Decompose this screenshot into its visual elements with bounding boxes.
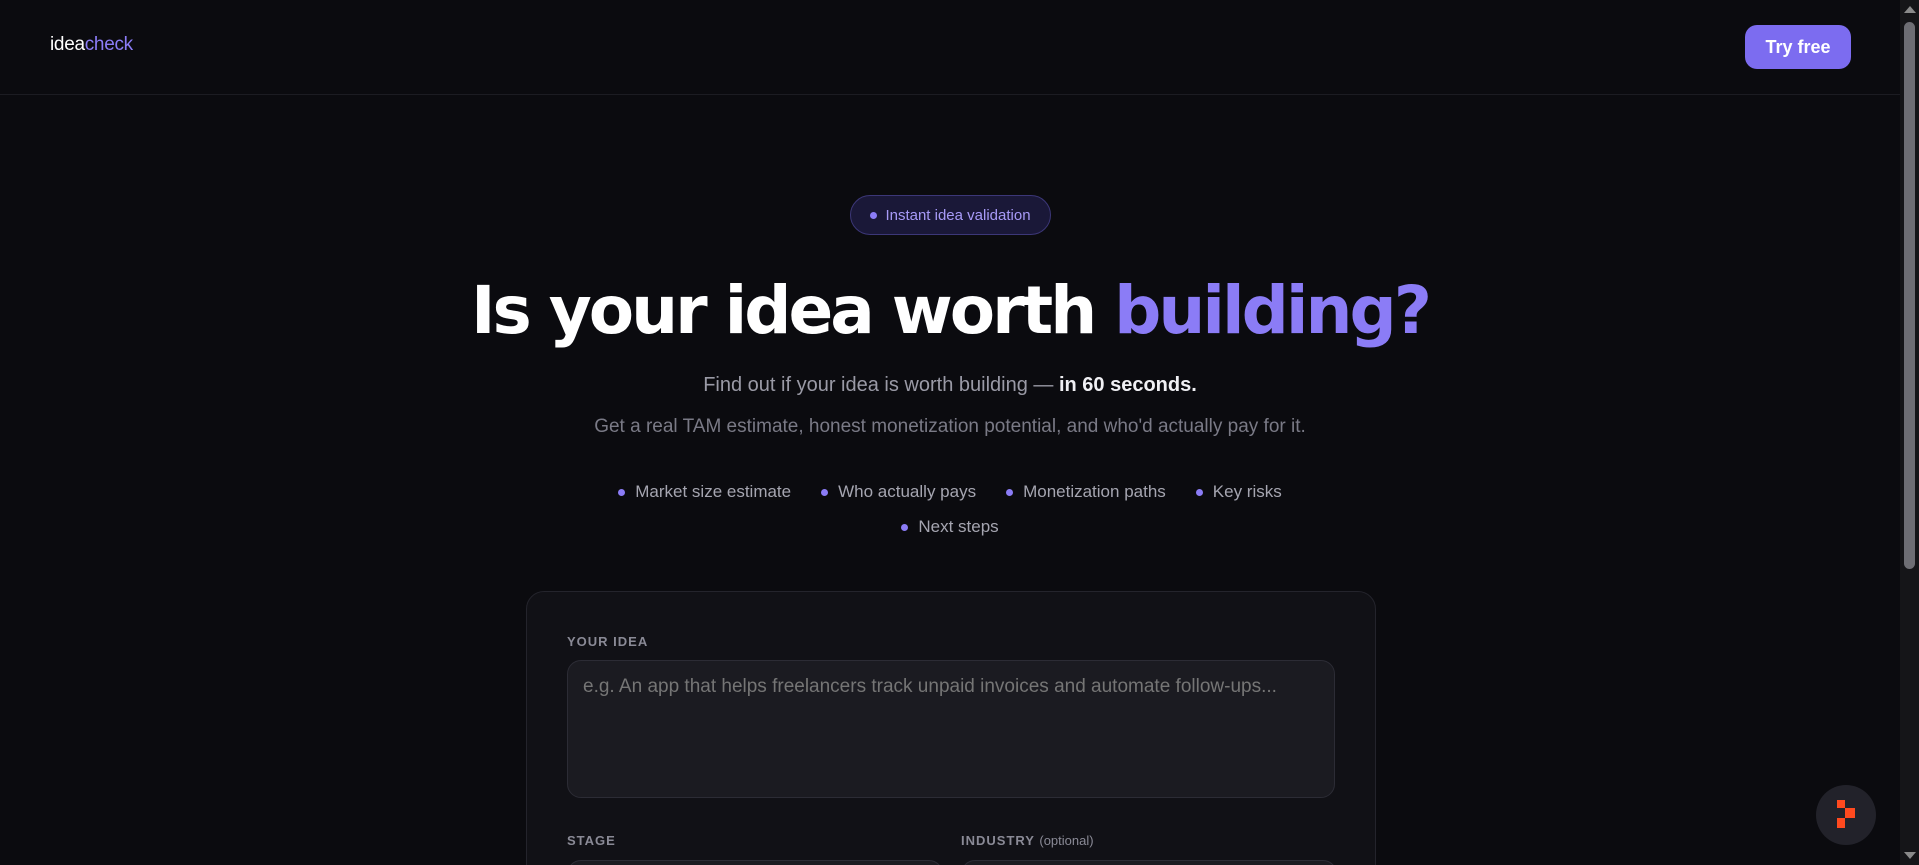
bullet-dot-icon [618,488,626,496]
industry-optional-text: (optional) [1039,833,1094,848]
idea-input[interactable] [567,660,1335,798]
logo[interactable]: ideacheck [50,34,133,56]
hero-headline: Is your idea worth building? [0,272,1900,349]
headline-main: Is your idea worth [470,272,1115,349]
top-nav: ideacheck Try free [0,0,1900,95]
subtitle-strong: in 60 seconds. [1058,374,1197,396]
hero-badge: Instant idea validation [850,195,1051,235]
feature-item: Market size estimate [618,482,791,502]
logo-part-idea: idea [50,34,85,55]
feature-label: Monetization paths [1023,482,1166,501]
subtitle-main: Find out if your idea is worth building … [703,374,1059,396]
scroll-thumb[interactable] [1904,22,1915,569]
industry-label-text: INDUSTRY [961,833,1035,848]
feature-label: Key risks [1212,482,1282,501]
badge-dot-icon [870,211,878,219]
hero-description: Get a real TAM estimate, honest monetiza… [594,416,1306,437]
feature-label: Who actually pays [838,482,977,501]
page-scrollbar[interactable] [1900,0,1919,865]
feature-item: Next steps [901,517,999,537]
industry-label: INDUSTRY (optional) [961,833,1094,848]
headline-accent: building? [1114,272,1432,349]
badge-label: Instant idea validation [885,206,1031,224]
try-free-button[interactable]: Try free [1745,25,1851,69]
scroll-up-icon[interactable] [1904,6,1916,13]
idea-form-card: YOUR IDEA STAGE INDUSTRY (optional) [526,591,1376,865]
hero-subtitle: Find out if your idea is worth building … [0,374,1900,397]
feature-item: Key risks [1195,482,1282,502]
scroll-down-icon[interactable] [1904,852,1916,859]
industry-select[interactable] [961,860,1337,865]
feature-label: Next steps [918,517,999,536]
idea-label: YOUR IDEA [567,634,649,649]
floating-action-button[interactable] [1816,785,1876,845]
feature-item: Monetization paths [1006,482,1166,502]
toolbar-logo-icon [1837,800,1855,828]
stage-label: STAGE [567,833,616,848]
logo-part-check: check [84,34,133,55]
feature-list: Market size estimate Who actually pays M… [560,482,1340,537]
bullet-dot-icon [821,488,829,496]
bullet-dot-icon [901,523,909,531]
feature-label: Market size estimate [635,482,792,501]
bullet-dot-icon [1006,488,1014,496]
feature-item: Who actually pays [821,482,976,502]
bullet-dot-icon [1195,488,1203,496]
stage-select[interactable] [567,860,943,865]
